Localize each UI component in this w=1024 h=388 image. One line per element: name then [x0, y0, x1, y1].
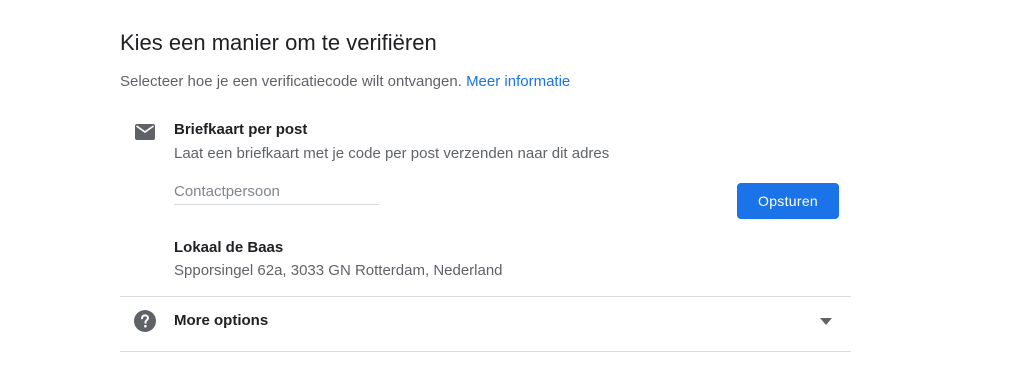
help-icon	[134, 310, 156, 332]
divider-bottom	[120, 351, 851, 352]
option-description: Laat een briefkaart met je code per post…	[174, 145, 610, 162]
mail-icon	[135, 124, 155, 140]
learn-more-link[interactable]: Meer informatie	[466, 73, 570, 90]
more-options-label: More options	[174, 312, 269, 329]
send-button[interactable]: Opsturen	[737, 183, 839, 219]
page-subtitle: Selecteer hoe je een verificatiecode wil…	[120, 73, 570, 90]
contact-person-input[interactable]	[174, 178, 379, 205]
chevron-down-icon[interactable]	[820, 318, 832, 325]
business-name: Lokaal de Baas	[174, 239, 284, 256]
option-title: Briefkaart per post	[174, 121, 308, 138]
business-address: Spporsingel 62a, 3033 GN Rotterdam, Nede…	[174, 262, 503, 279]
subtitle-text: Selecteer hoe je een verificatiecode wil…	[120, 73, 462, 90]
page-title: Kies een manier om te verifiëren	[120, 30, 437, 55]
